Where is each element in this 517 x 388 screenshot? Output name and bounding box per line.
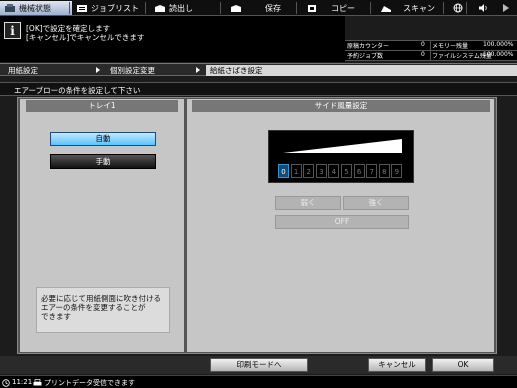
globe-icon [453,3,463,13]
level-box: 6 [353,164,365,178]
tab-save[interactable]: 保存 [226,1,295,15]
help-note-line-3: できます [41,312,71,321]
scroll-button[interactable] [497,1,515,15]
breadcrumb-paper-settings[interactable]: 用紙設定 [8,65,38,76]
level-box: 0 [278,164,289,178]
tab-label: 保存 [265,3,281,13]
level-box: 3 [315,164,327,178]
printer-icon [33,379,42,386]
original-counter-label: 原稿カウンター [347,43,390,50]
machine-status-icon [5,3,15,12]
tab-divider [443,2,444,14]
side-air-title: サイド風量設定 [192,100,490,112]
status-time: 11:21 [12,378,33,386]
help-note: 必要に応じて用紙側面に吹き付ける エアーの条件を変更することが できます [36,287,170,333]
info-icon: i [4,22,21,39]
breadcrumb-current: 給紙さばき設定 [206,65,517,76]
off-button[interactable]: OFF [275,215,409,229]
level-box: 2 [303,164,315,178]
instruction-bar: エアーブローの条件を設定して下さい [0,82,517,96]
counter-row: 原稿カウンター 0 メモリー残量 100.000% [345,40,517,50]
save-box-icon [231,4,241,12]
tab-label: ジョブリスト [91,3,139,13]
tab-label: コピー [331,3,355,13]
tab-scan[interactable]: スキャン [376,1,442,15]
speaker-icon [479,4,487,12]
globe-button[interactable] [449,1,467,15]
weaker-button[interactable]: 弱く [275,196,341,210]
original-counter-value: 0 [421,41,425,48]
memory-label: メモリー残量 [432,43,469,50]
status-message: プリントデータ受信できます [44,379,135,387]
breadcrumb-individual-settings[interactable]: 個別設定変更 [110,65,155,76]
tab-job-list[interactable]: ジョブリスト [72,1,146,15]
tab-machine-status[interactable]: 機械状態 [0,1,72,15]
stronger-button[interactable]: 強く [343,196,409,210]
ok-button[interactable]: OK [432,358,494,372]
level-box: 7 [366,164,378,178]
message-line-2: [キャンセル]でキャンセルできます [26,33,145,42]
volume-button[interactable] [474,1,492,15]
counter-row: 予約ジョブ数 0 ファイルシステム残量 100.000% [345,50,517,60]
job-list-icon [77,4,87,12]
level-box: 4 [328,164,340,178]
clock-icon [2,379,10,387]
auto-button[interactable]: 自動 [50,132,156,146]
level-box: 8 [378,164,390,178]
filesystem-value: 100.000% [483,51,514,58]
reserved-jobs-label: 予約ジョブ数 [347,53,384,60]
level-box: 5 [341,164,352,178]
top-tab-bar: 機械状態 ジョブリスト 読出し 保存 コピー スキャン [0,0,517,16]
breadcrumb: 用紙設定 個別設定変更 給紙さばき設定 [0,63,517,76]
reserved-jobs-value: 0 [421,51,425,58]
tab-read[interactable]: 読出し [150,1,214,15]
tab-divider [145,2,146,14]
memory-value: 100.000% [483,41,514,48]
level-box: 1 [290,164,302,178]
table-rule [345,60,517,61]
tab-divider [220,2,221,14]
tab-divider [466,2,467,14]
breadcrumb-arrow-icon [196,67,200,73]
read-box-icon [155,4,165,12]
manual-button[interactable]: 手動 [50,154,156,169]
caret-right-icon [503,4,509,12]
tray-title: トレイ1 [26,100,178,112]
tab-divider [296,2,297,14]
copy-icon [308,4,316,12]
tab-label: スキャン [403,3,435,13]
tab-divider [370,2,371,14]
tab-label: 機械状態 [19,3,51,13]
print-mode-button[interactable]: 印刷モードへ [210,358,308,372]
tab-divider [69,2,70,14]
air-level-display: 0123456789 [268,130,414,183]
breadcrumb-arrow-icon [96,67,100,73]
counter-table: 原稿カウンター 0 メモリー残量 100.000% 予約ジョブ数 0 ファイルシ… [345,40,517,61]
tab-label: 読出し [169,3,193,13]
status-bar: 11:21 プリントデータ受信できます [0,375,517,388]
cancel-button[interactable]: キャンセル [368,358,426,372]
tab-copy[interactable]: コピー [302,1,366,15]
level-box: 9 [391,164,403,178]
instruction-text: エアーブローの条件を設定して下さい [14,86,141,95]
scan-icon [381,5,391,12]
level-wedge-graphic [283,139,402,153]
